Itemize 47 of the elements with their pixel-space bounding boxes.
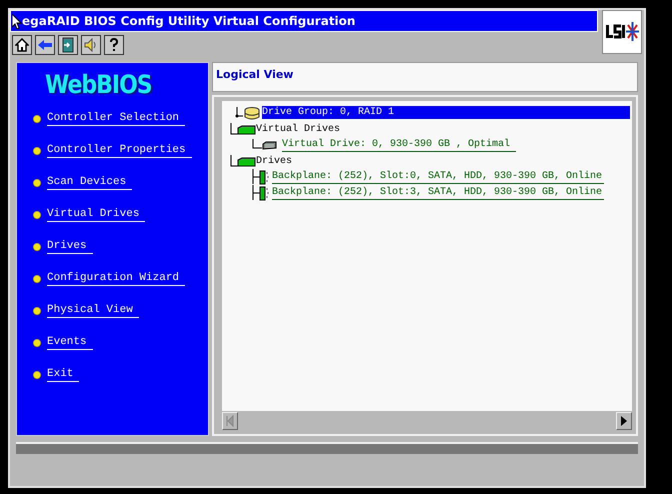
left-arrow-icon: [37, 39, 53, 51]
home-button[interactable]: [12, 35, 32, 55]
menu-link[interactable]: Configuration Wizard: [47, 271, 186, 286]
folder-icon: [230, 123, 256, 135]
menu-link[interactable]: Events: [47, 335, 93, 350]
home-icon: [15, 38, 29, 52]
exit-button[interactable]: [58, 35, 78, 55]
menu-link[interactable]: Drives: [47, 239, 93, 254]
tree-item[interactable]: Backplane: (252), Slot:3, SATA, HDD, 930-390 GB, Online: [272, 186, 604, 200]
right-arrow-icon: [620, 415, 628, 427]
tree-item[interactable]: Drive Group: 0, RAID 1: [262, 106, 630, 120]
tree-item[interactable]: Virtual Drive: 0, 930-390 GB , Optimal: [282, 138, 516, 152]
speaker-button[interactable]: [81, 35, 101, 55]
help-button[interactable]: [104, 35, 124, 55]
scroll-right-button[interactable]: [616, 412, 632, 430]
menu-link[interactable]: Virtual Drives: [47, 207, 146, 222]
bullet-icon: [33, 146, 41, 154]
webbios-logo: WebBIOS: [45, 71, 152, 100]
bullet-icon: [33, 210, 41, 218]
back-button[interactable]: [35, 35, 55, 55]
menu-link[interactable]: Controller Properties: [47, 143, 192, 158]
menu-link[interactable]: Physical View: [47, 303, 139, 318]
tree-item[interactable]: Drives: [256, 154, 292, 168]
drive-group-icon: [234, 106, 262, 120]
menu-link[interactable]: Controller Selection: [47, 111, 186, 126]
logo: [602, 10, 642, 54]
bullet-icon: [33, 338, 41, 346]
bullet-icon: [33, 178, 41, 186]
bullet-icon: [33, 370, 41, 378]
bullet-icon: [33, 114, 41, 122]
menu-link[interactable]: Exit: [47, 367, 80, 382]
menu-link[interactable]: Scan Devices: [47, 175, 132, 190]
panel-title: Logical View: [216, 68, 294, 81]
help-icon: [109, 38, 119, 52]
folder-icon: [230, 155, 256, 167]
tree-item[interactable]: Backplane: (252), Slot:0, SATA, HDD, 930-390 GB, Online: [272, 170, 604, 184]
horizontal-scrollbar[interactable]: [222, 411, 632, 431]
drive-icon: [252, 139, 278, 151]
window-title: egaRAID BIOS Config Utility Virtual Configuration: [22, 14, 356, 28]
bullet-icon: [33, 274, 41, 282]
bullet-icon: [33, 306, 41, 314]
speaker-icon: [84, 38, 98, 52]
bullet-icon: [33, 242, 41, 250]
tree-item[interactable]: Virtual Drives: [256, 122, 340, 136]
left-end-arrow-icon: [226, 415, 234, 427]
scroll-left-button[interactable]: [222, 412, 238, 430]
exit-door-icon: [61, 37, 75, 53]
